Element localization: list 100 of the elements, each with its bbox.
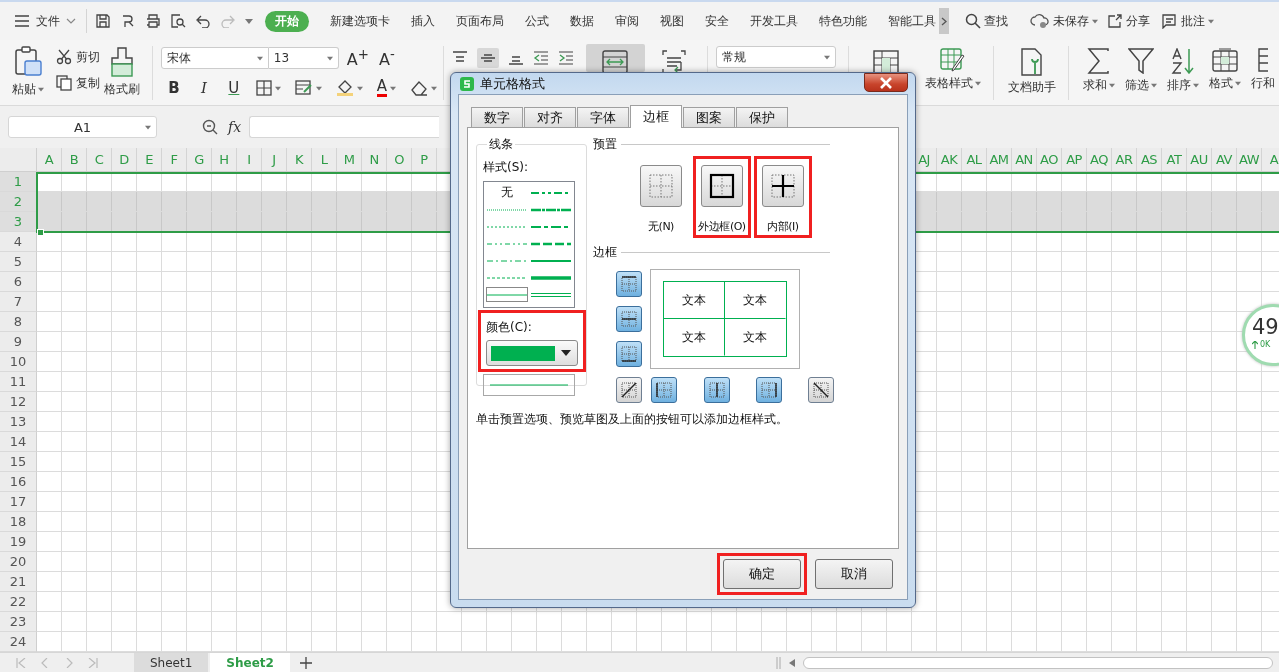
sheet-tab[interactable]: Sheet2 [210,653,290,672]
ribbon-tab[interactable]: 插入 [411,10,435,32]
underline-button[interactable]: U [225,79,242,97]
row-header[interactable]: 24 [0,632,37,652]
row-header[interactable]: 9 [0,332,37,352]
clear-button[interactable] [410,80,438,96]
scroll-left-icon[interactable] [789,658,795,667]
scroll-tabs-button[interactable] [939,8,949,34]
ribbon-tab[interactable]: 安全 [705,10,729,32]
close-button[interactable] [864,73,908,92]
align-middle-button[interactable] [477,48,499,68]
add-sheet-icon[interactable] [299,656,312,669]
preset-button[interactable] [762,165,804,207]
dialog-tab[interactable]: 图案 [683,107,735,127]
row-header[interactable]: 20 [0,552,37,572]
ribbon-tab[interactable]: 新建选项卡 [330,10,390,32]
dialog-button[interactable]: 确定 [723,559,801,589]
function-button[interactable]: fx [228,119,242,135]
color-dropdown[interactable] [486,340,578,366]
undo-icon[interactable] [195,14,211,28]
italic-button[interactable]: I [195,79,212,97]
format-painter-button[interactable]: 格式刷 [100,44,144,105]
name-box[interactable]: A1 [8,116,157,138]
ribbon-tab[interactable]: 开发工具 [750,10,798,32]
conditional-format-button[interactable] [294,80,322,96]
sheet-tab[interactable]: Sheet1 [134,653,209,672]
increase-indent-icon[interactable] [558,51,574,65]
row-header[interactable]: 7 [0,292,37,312]
file-menu[interactable]: 文件 [14,12,76,30]
caret-icon[interactable] [245,18,253,24]
row-header[interactable]: 15 [0,452,37,472]
row-header[interactable]: 18 [0,512,37,532]
merge-button[interactable] [586,44,645,72]
row-header[interactable]: 22 [0,592,37,612]
row-header[interactable]: 8 [0,312,37,332]
table-style-button[interactable]: 表格样式 [921,44,986,105]
row-header[interactable]: 5 [0,252,37,272]
row-header[interactable]: 11 [0,372,37,392]
doc-helper-button[interactable]: 文档助手 [1004,44,1061,105]
border-toggle-button[interactable] [616,341,642,367]
filter-button[interactable]: 筛选 [1121,44,1161,105]
preset-label[interactable]: 无(N) [648,219,674,234]
save-status-button[interactable]: 未保存 [1030,12,1098,30]
cut-button[interactable]: 剪切 [56,46,100,68]
formula-field[interactable] [249,116,440,138]
grow-font-button[interactable]: A$^{+}$ [346,46,369,70]
border-toggle-button[interactable] [808,377,834,403]
comment-button[interactable]: 批注 [1160,12,1214,30]
row-header[interactable]: 10 [0,352,37,372]
borders-button[interactable] [255,80,281,96]
ribbon-tab[interactable]: 数据 [570,10,594,32]
border-toggle-button[interactable] [616,306,642,332]
row-header[interactable]: 21 [0,572,37,592]
decrease-indent-icon[interactable] [533,51,549,65]
font-color-button[interactable]: A [376,79,397,97]
scrollbar-thumb[interactable] [803,656,1273,669]
font-name-field[interactable]: 宋体 [160,47,269,69]
ribbon-tab[interactable]: 智能工具 [888,10,936,32]
dialog-tab[interactable]: 字体 [577,107,629,127]
align-top-icon[interactable] [452,51,468,65]
row-header[interactable]: 23 [0,612,37,632]
row-header[interactable]: 19 [0,532,37,552]
ribbon-tab[interactable]: 页面布局 [456,10,504,32]
dialog-tab[interactable]: 边框 [630,105,682,128]
print-icon[interactable] [145,13,161,29]
save-icon[interactable] [95,13,111,29]
table-icon[interactable] [873,50,900,74]
ribbon-tab[interactable]: 公式 [525,10,549,32]
row-header[interactable]: 6 [0,272,37,292]
row-header[interactable]: 17 [0,492,37,512]
format-button[interactable]: 格式 [1205,44,1245,105]
line-style-list[interactable]: 无 [483,181,575,308]
preset-label[interactable]: 外边框(O) [698,219,746,234]
line-style-option[interactable] [486,287,528,302]
ribbon-tab[interactable]: 视图 [660,10,684,32]
row-header[interactable]: 12 [0,392,37,412]
sum-button[interactable]: 求和 [1079,44,1119,105]
rows-button[interactable]: 行和 [1247,44,1279,105]
dialog-tab[interactable]: 对齐 [524,107,576,127]
sort-button[interactable]: 排序 [1163,44,1203,105]
export-icon[interactable] [120,13,136,29]
row-header[interactable]: 16 [0,472,37,492]
dialog-tab[interactable]: 数字 [471,107,523,127]
share-button[interactable]: 分享 [1107,12,1150,30]
row-header[interactable]: 14 [0,432,37,452]
line-style-option[interactable]: 无 [486,185,528,200]
dialog-button[interactable]: 取消 [815,559,893,589]
border-toggle-button[interactable] [703,377,730,403]
dialog-tab[interactable]: 保护 [736,107,788,127]
preset-label[interactable]: 内部(I) [767,219,799,234]
border-toggle-button[interactable] [616,377,642,403]
zoom-icon[interactable] [202,119,218,135]
print-preview-icon[interactable] [170,13,186,29]
fill-color-button[interactable] [335,79,363,97]
copy-button[interactable]: 复制 [56,72,100,94]
preset-button[interactable] [701,165,743,207]
row-header[interactable]: 4 [0,232,37,252]
shrink-font-button[interactable]: A$^{-}$ [379,46,395,70]
number-format-field[interactable]: 常规 [715,46,837,68]
search-button[interactable]: 查找 [965,12,1008,30]
